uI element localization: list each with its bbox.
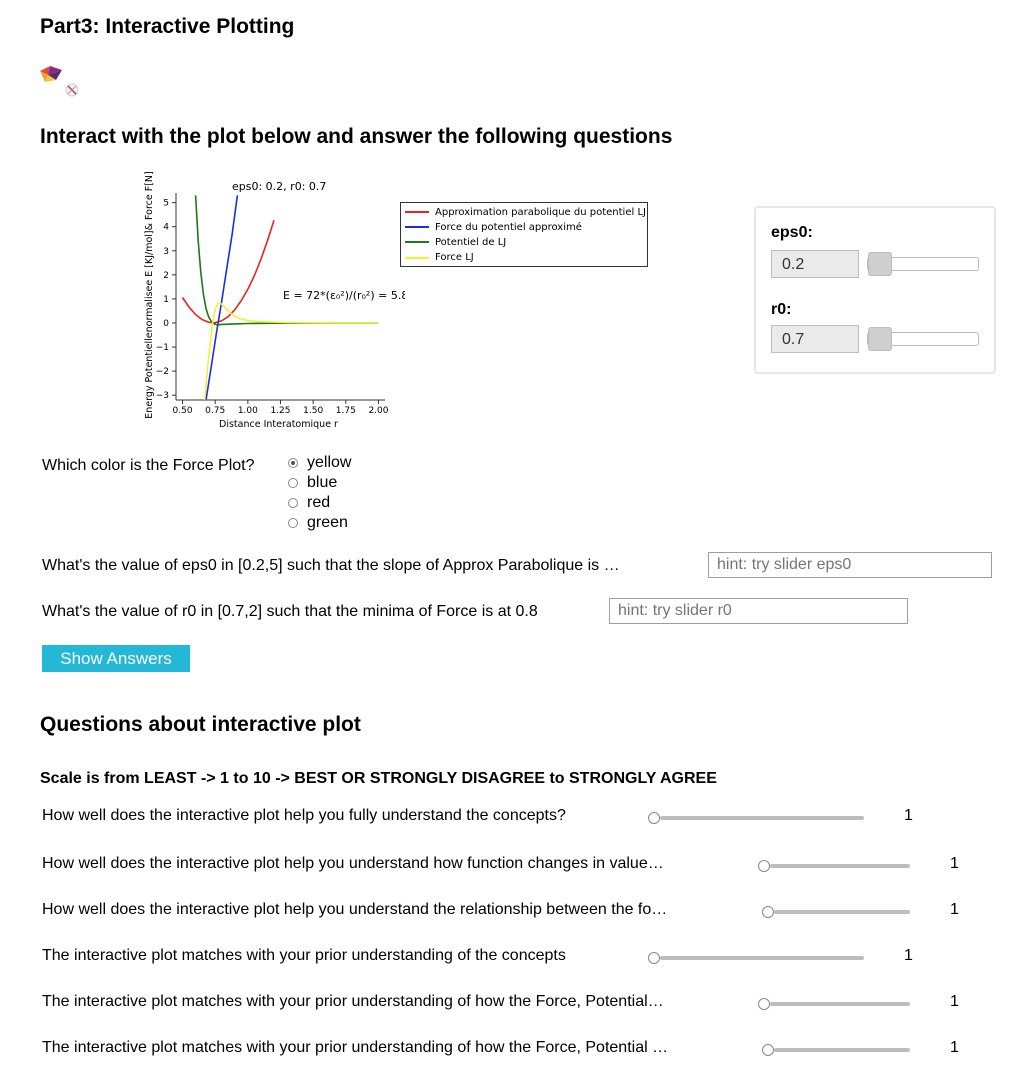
y-tick-label: 2 (163, 271, 169, 281)
survey-value: 1 (950, 901, 959, 918)
legend-swatch (405, 226, 429, 229)
y-tick-label: 5 (163, 199, 169, 209)
survey-slider-handle[interactable] (762, 1044, 774, 1056)
binder-logo-icon (40, 66, 79, 97)
x-tick-label: 1.50 (303, 406, 323, 416)
x-tick-label: 0.75 (205, 406, 225, 416)
radio-icon[interactable] (288, 518, 298, 528)
show-answers-button[interactable]: Show Answers (42, 645, 190, 672)
survey-row: The interactive plot matches with your p… (42, 947, 972, 971)
survey-value: 1 (950, 993, 959, 1010)
r0-question: What's the value of r0 in [0.7,2] such t… (42, 603, 538, 620)
x-tick-label: 1.00 (238, 406, 258, 416)
y-tick-label: −2 (156, 367, 169, 377)
survey-slider-handle[interactable] (762, 906, 774, 918)
eps0-slider-handle[interactable] (868, 252, 892, 276)
radio-icon[interactable] (288, 478, 298, 488)
chart-title: eps0: 0.2, r0: 0.7 (232, 180, 326, 193)
chart-annotation: E = 72*(ε₀²)/(r₀²) = 5.88 (283, 289, 405, 302)
x-tick-label: 1.75 (336, 406, 356, 416)
radio-icon[interactable] (288, 498, 298, 508)
legend-label: Force LJ (435, 252, 474, 264)
legend-label: Force du potentiel approximé (435, 221, 582, 233)
eps0-label: eps0: (771, 224, 813, 241)
x-tick-label: 2.00 (368, 406, 388, 416)
legend-entry: Potentiel de LJ (405, 235, 506, 249)
legend-label: Potentiel de LJ (435, 236, 507, 248)
survey-slider-track[interactable] (770, 1002, 910, 1006)
r0-value-field[interactable]: 0.7 (771, 325, 859, 353)
force-color-question: Which color is the Force Plot? (42, 457, 255, 474)
survey-question: How well does the interactive plot help … (42, 901, 668, 918)
option-green[interactable]: green (288, 513, 351, 533)
survey-slider-handle[interactable] (648, 812, 660, 824)
y-tick-label: 3 (163, 247, 169, 257)
survey-question: The interactive plot matches with your p… (42, 993, 664, 1010)
force-color-options: yellow blue red green (288, 453, 351, 533)
x-tick-label: 1.25 (270, 406, 290, 416)
y-tick-label: −3 (156, 391, 169, 401)
y-axis-label: Energy Potentiellenormalisee E [KJ/mol]&… (144, 171, 155, 419)
survey-value: 1 (950, 855, 959, 872)
survey-slider-handle[interactable] (758, 998, 770, 1010)
survey-slider-handle[interactable] (758, 860, 770, 872)
survey-value: 1 (904, 807, 913, 824)
survey-question: The interactive plot matches with your p… (42, 1039, 669, 1056)
series-line-1 (205, 195, 239, 400)
survey-question: How well does the interactive plot help … (42, 807, 566, 824)
survey-row: How well does the interactive plot help … (42, 901, 972, 925)
eps0-answer-input[interactable]: hint: try slider eps0 (708, 552, 992, 578)
interact-heading: Interact with the plot below and answer … (40, 125, 673, 148)
option-yellow[interactable]: yellow (288, 453, 351, 473)
chart-legend: Approximation parabolique du potentiel L… (400, 202, 648, 267)
survey-slider-track[interactable] (774, 910, 910, 914)
survey-row: The interactive plot matches with your p… (42, 1039, 972, 1063)
legend-label: Approximation parabolique du potentiel L… (435, 206, 646, 218)
radio-selected-icon[interactable] (288, 458, 298, 468)
r0-slider-handle[interactable] (868, 327, 892, 351)
questions-heading: Questions about interactive plot (40, 713, 361, 736)
option-blue[interactable]: blue (288, 473, 351, 493)
y-tick-label: 1 (163, 295, 169, 305)
survey-row: How well does the interactive plot help … (42, 807, 972, 831)
scale-title: Scale is from LEAST -> 1 to 10 -> BEST O… (40, 770, 717, 787)
y-tick-label: 0 (163, 319, 169, 329)
series-line-3 (203, 302, 379, 400)
eps0-value-field[interactable]: 0.2 (771, 250, 859, 278)
survey-value: 1 (904, 947, 913, 964)
legend-swatch (405, 241, 429, 244)
survey-row: How well does the interactive plot help … (42, 855, 972, 879)
r0-answer-input[interactable]: hint: try slider r0 (609, 598, 908, 624)
x-axis-label: Distance Interatomique r (219, 419, 338, 430)
legend-entry: Force LJ (405, 251, 474, 265)
y-tick-label: −1 (156, 343, 169, 353)
legend-swatch (405, 211, 429, 213)
survey-slider-handle[interactable] (648, 952, 660, 964)
part-title: Part3: Interactive Plotting (40, 15, 295, 38)
x-tick-label: 0.50 (173, 406, 193, 416)
y-tick-label: 4 (163, 223, 169, 233)
option-red[interactable]: red (288, 493, 351, 513)
survey-slider-track[interactable] (660, 816, 864, 820)
survey-slider-track[interactable] (774, 1048, 910, 1052)
eps0-question: What's the value of eps0 in [0.2,5] such… (42, 557, 620, 574)
survey-question: The interactive plot matches with your p… (42, 947, 566, 964)
r0-label: r0: (771, 301, 792, 318)
survey-slider-track[interactable] (660, 956, 864, 960)
lj-potential-chart: 0.50 0.75 1.00 1.25 1.50 1.75 2.00 5 4 3 2 1 0 −1 −2 −3… (144, 171, 405, 430)
slider-panel: eps0: 0.2 r0: 0.7 (754, 206, 996, 374)
legend-swatch (405, 256, 429, 259)
survey-value: 1 (950, 1039, 959, 1056)
survey-slider-track[interactable] (770, 864, 910, 868)
legend-entry: Approximation parabolique du potentiel L… (405, 205, 646, 219)
survey-question: How well does the interactive plot help … (42, 855, 664, 872)
legend-entry: Force du potentiel approximé (405, 220, 582, 234)
survey-row: The interactive plot matches with your p… (42, 993, 972, 1017)
series-line-0 (181, 219, 275, 324)
